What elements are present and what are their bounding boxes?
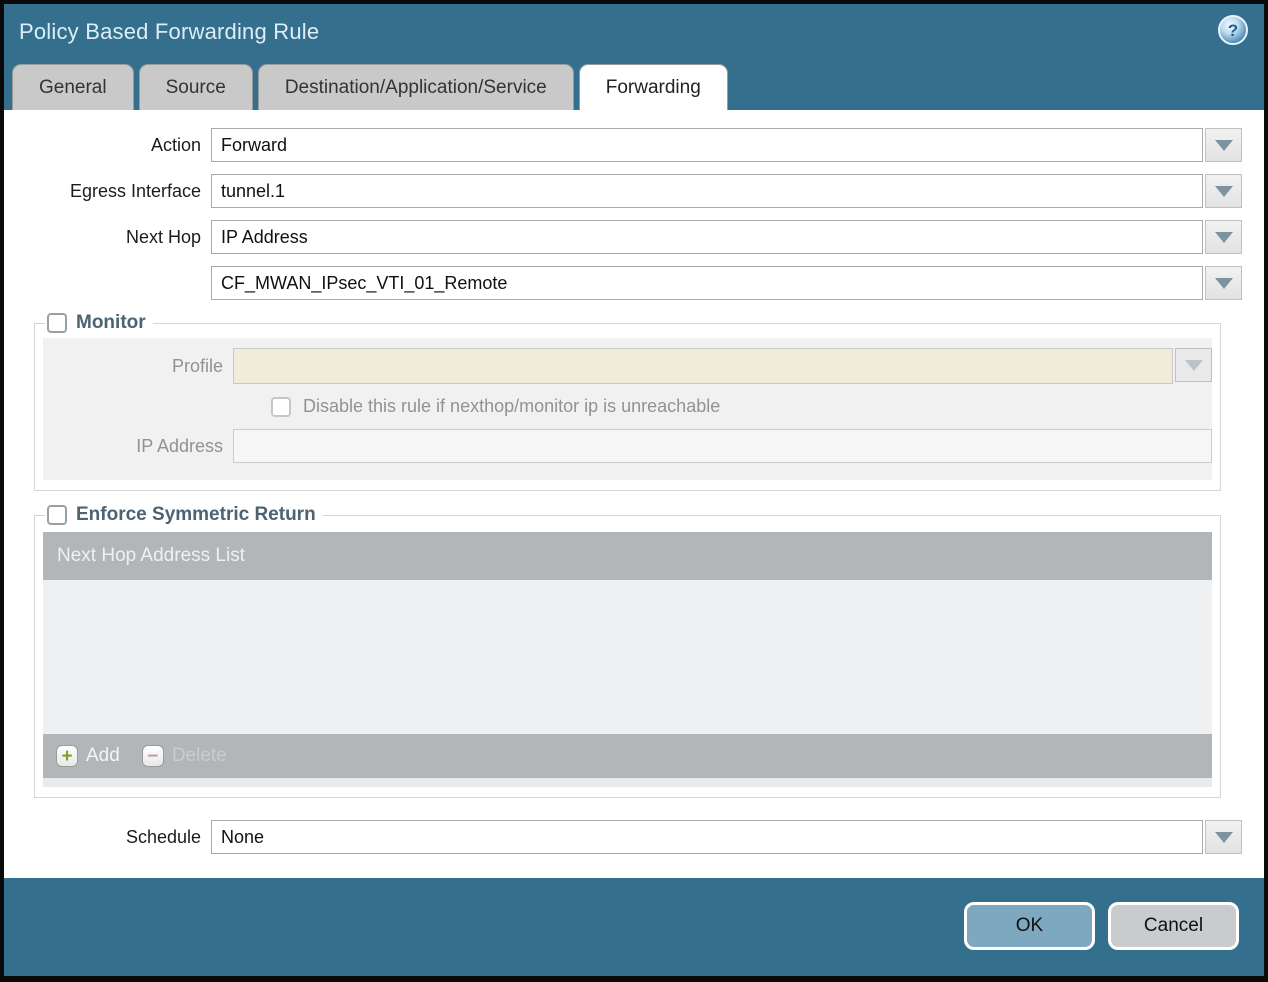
cancel-button[interactable]: Cancel: [1108, 902, 1239, 950]
help-icon[interactable]: ?: [1218, 15, 1248, 45]
chevron-down-icon: [1184, 359, 1203, 371]
symmetric-return-checkbox[interactable]: [47, 505, 67, 525]
dialog-title: Policy Based Forwarding Rule: [19, 19, 320, 44]
monitor-panel: Profile Disable this rule if nexthop/mon…: [43, 338, 1212, 480]
egress-interface-dropdown-button[interactable]: [1205, 174, 1242, 208]
tab-destination-application-service[interactable]: Destination/Application/Service: [257, 64, 574, 110]
egress-interface-combo: tunnel.1: [211, 174, 1242, 208]
schedule-dropdown-button[interactable]: [1205, 820, 1242, 854]
title-bar: Policy Based Forwarding Rule ?: [4, 4, 1264, 60]
monitor-legend: Monitor: [45, 312, 153, 334]
policy-forwarding-dialog: Policy Based Forwarding Rule ? General S…: [0, 0, 1268, 982]
monitor-ip-address-label: IP Address: [136, 435, 223, 456]
disable-rule-label: Disable this rule if nexthop/monitor ip …: [303, 396, 721, 416]
monitor-ip-address-input: [233, 429, 1212, 463]
next-hop-address-list-table: Next Hop Address List + Add − Delete: [43, 532, 1212, 787]
add-button[interactable]: + Add: [56, 745, 120, 767]
chevron-down-icon: [1214, 277, 1233, 289]
symmetric-return-legend-label: Enforce Symmetric Return: [76, 504, 316, 525]
profile-dropdown-button: [1175, 348, 1212, 382]
symmetric-return-legend: Enforce Symmetric Return: [45, 504, 323, 526]
forwarding-tab-panel: Action Forward Egress Interface tunnel.1…: [4, 110, 1264, 878]
minus-icon: −: [141, 745, 164, 767]
chevron-down-icon: [1214, 139, 1233, 151]
next-hop-address-list-body[interactable]: [43, 580, 1212, 734]
action-input[interactable]: Forward: [211, 128, 1203, 162]
action-label: Action: [150, 134, 201, 155]
egress-interface-label: Egress Interface: [69, 180, 201, 201]
delete-button-label: Delete: [171, 745, 227, 766]
next-hop-address-row: CF_MWAN_IPsec_VTI_01_Remote: [4, 266, 1242, 300]
footer-buttons: OK Cancel: [964, 902, 1239, 950]
tab-general[interactable]: General: [12, 64, 134, 110]
tab-source[interactable]: Source: [138, 64, 253, 110]
schedule-label: Schedule: [125, 826, 201, 847]
next-hop-address-list-footer: + Add − Delete: [43, 734, 1212, 778]
egress-interface-row: Egress Interface tunnel.1: [4, 174, 1242, 208]
tab-bar: General Source Destination/Application/S…: [4, 60, 1264, 110]
dialog-footer: OK Cancel: [4, 878, 1264, 976]
chevron-down-icon: [1214, 831, 1233, 843]
chevron-down-icon: [1214, 231, 1233, 243]
question-mark-glyph: ?: [1227, 20, 1239, 40]
next-hop-type-input[interactable]: IP Address: [211, 220, 1203, 254]
plus-icon: +: [56, 745, 78, 767]
next-hop-dropdown-button[interactable]: [1205, 220, 1242, 254]
schedule-combo: None: [211, 820, 1242, 854]
add-button-label: Add: [86, 745, 120, 766]
symmetric-return-fieldset: Enforce Symmetric Return Next Hop Addres…: [34, 504, 1221, 798]
egress-interface-input[interactable]: tunnel.1: [211, 174, 1203, 208]
next-hop-address-dropdown-button[interactable]: [1205, 266, 1242, 300]
next-hop-address-input[interactable]: CF_MWAN_IPsec_VTI_01_Remote: [211, 266, 1203, 300]
ok-button[interactable]: OK: [964, 902, 1095, 950]
disable-rule-row: Disable this rule if nexthop/monitor ip …: [271, 396, 1212, 417]
monitor-ip-address-combo: [233, 429, 1212, 463]
action-dropdown-button[interactable]: [1205, 128, 1242, 162]
next-hop-combo: IP Address: [211, 220, 1242, 254]
next-hop-address-combo: CF_MWAN_IPsec_VTI_01_Remote: [211, 266, 1242, 300]
table-bottom-strip: [43, 778, 1212, 787]
next-hop-address-list-header: Next Hop Address List: [43, 532, 1212, 580]
tab-forwarding[interactable]: Forwarding: [578, 64, 728, 110]
schedule-row: Schedule None: [4, 820, 1242, 854]
monitor-ip-address-row: IP Address: [43, 429, 1212, 463]
next-hop-row: Next Hop IP Address: [4, 220, 1242, 254]
schedule-input[interactable]: None: [211, 820, 1203, 854]
profile-label: Profile: [171, 355, 223, 376]
monitor-checkbox[interactable]: [47, 313, 67, 333]
action-row: Action Forward: [4, 128, 1242, 162]
profile-input: [233, 348, 1173, 384]
disable-rule-checkbox: [271, 396, 291, 417]
delete-button: − Delete: [141, 745, 227, 767]
action-combo: Forward: [211, 128, 1242, 162]
profile-combo: [233, 348, 1212, 384]
next-hop-label: Next Hop: [125, 226, 201, 247]
monitor-legend-label: Monitor: [76, 312, 146, 333]
profile-row: Profile: [43, 348, 1212, 384]
chevron-down-icon: [1214, 185, 1233, 197]
monitor-fieldset: Monitor Profile Disable this rule if nex…: [34, 312, 1221, 491]
